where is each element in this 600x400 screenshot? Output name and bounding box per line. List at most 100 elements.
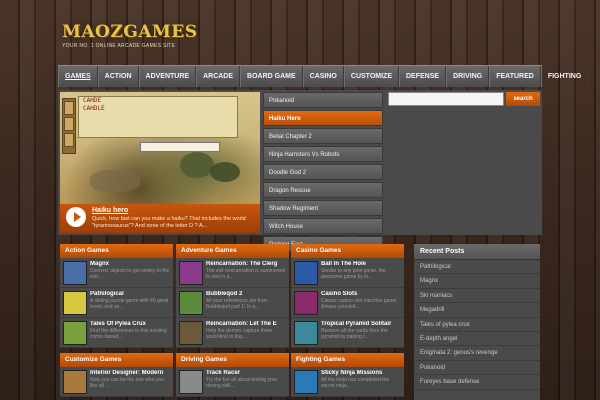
game-title[interactable]: Pathilogical	[90, 291, 170, 297]
featured-list-item[interactable]: Ninja Hamsters Vs Robots	[263, 146, 383, 162]
category-action: Action Games Magnx Connect objects to ge…	[60, 244, 173, 348]
game-item[interactable]: Tales Of Pylea Crux Find the differences…	[60, 318, 173, 348]
recent-posts-heading: Recent Posts	[414, 244, 540, 260]
recent-post-link[interactable]: Magnx	[414, 274, 540, 289]
nav-item-games[interactable]: GAMES	[58, 66, 98, 87]
game-thumbnail[interactable]	[63, 291, 87, 315]
game-description: Remove all the cards from the pyramid by…	[321, 328, 388, 340]
category-heading[interactable]: Adventure Games	[176, 244, 289, 258]
featured-list-item[interactable]: Doodle God 2	[263, 164, 383, 180]
search-input[interactable]	[388, 92, 504, 106]
game-title[interactable]: Bubbleqod 2	[206, 291, 286, 297]
featured-caption: Haiku hero Quick, how fast can you make …	[60, 204, 260, 233]
recent-post-link[interactable]: Tales of pylea crux	[414, 318, 540, 332]
nav-item-defense[interactable]: DEFENSE	[399, 66, 447, 87]
game-item[interactable]: Reincarnation: Let The E Help the demon …	[176, 318, 289, 348]
game-thumbnail[interactable]	[63, 321, 87, 345]
featured-game-screenshot[interactable]: CAHDE CAHDLE	[60, 92, 260, 204]
logo-text[interactable]: MAOZGAMES	[62, 22, 198, 42]
game-thumbnail[interactable]	[294, 321, 318, 345]
recent-post-link[interactable]: Pathilogical	[414, 260, 540, 275]
featured-list-item[interactable]: Belial Chapter 2	[263, 128, 383, 144]
game-title[interactable]: Sticky Ninja Missions	[321, 370, 401, 376]
game-thumbnail[interactable]	[63, 370, 87, 394]
category-fighting: Fighting Games Sticky Ninja Missions All…	[291, 353, 404, 397]
game-thumbnail[interactable]	[179, 321, 203, 345]
featured-list-item-active[interactable]: Haiku Hero	[263, 110, 383, 126]
nav-item-arcade[interactable]: ARCADE	[196, 66, 241, 87]
game-thumbnail[interactable]	[63, 261, 87, 285]
category-heading[interactable]: Action Games	[60, 244, 173, 258]
game-description: All the ninja has completed the secret n…	[321, 377, 390, 389]
game-item[interactable]: Magnx Connect objects to get smiley to t…	[60, 258, 173, 288]
category-casino: Casino Games Ball In The Hole Similar to…	[291, 244, 404, 348]
game-title[interactable]: Reincarnation: Let The E	[206, 321, 286, 327]
nav-item-fighting[interactable]: FIGHTING	[540, 66, 589, 87]
game-description: All your references are from Bubbleqod p…	[206, 298, 268, 310]
category-column: Action Games Magnx Connect objects to ge…	[60, 244, 173, 400]
game-item[interactable]: Reincarnation: The Clerg The evil reinca…	[176, 258, 289, 288]
featured-list-item[interactable]: Pokanoid	[263, 92, 383, 108]
nav-item-driving[interactable]: DRIVING	[446, 66, 490, 87]
category-heading[interactable]: Customize Games	[60, 353, 173, 367]
category-customize: Customize Games Interior Designer: Moder…	[60, 353, 173, 397]
game-title[interactable]: Interior Designer: Modern	[90, 370, 170, 376]
nav-item-board-game[interactable]: BOARD GAME	[240, 66, 303, 87]
nav-item-casino[interactable]: CASINO	[302, 66, 344, 87]
search-button[interactable]: search	[506, 92, 540, 106]
category-heading[interactable]: Fighting Games	[291, 353, 404, 367]
game-scenery	[90, 170, 140, 192]
game-thumbnail[interactable]	[294, 261, 318, 285]
recent-post-link[interactable]: Ski maniacs	[414, 289, 540, 304]
recent-post-link[interactable]: Fureyes base defense	[414, 375, 540, 390]
logo[interactable]: MAOZGAMES Your No. 1 Online Arcade Games…	[62, 22, 198, 49]
nav-item-action[interactable]: ACTION	[97, 66, 139, 87]
game-title[interactable]: Track Racer	[206, 370, 286, 376]
nav-item-adventure[interactable]: ADVENTURE	[138, 66, 197, 87]
game-title[interactable]: Tropical Pyramid Solitair	[321, 321, 401, 327]
featured-list-item[interactable]: Dragon Rescue	[263, 182, 383, 198]
game-description: Similar to any pool game, the awesome ga…	[321, 268, 386, 280]
play-icon[interactable]	[66, 207, 86, 227]
game-thumbnail[interactable]	[179, 291, 203, 315]
tagline: Your No. 1 Online Arcade Games Site	[62, 43, 176, 49]
game-scenery	[180, 152, 214, 178]
game-item[interactable]: Casino Slots Classic casino slot machine…	[291, 288, 404, 318]
featured-list: Pokanoid Haiku Hero Belial Chapter 2 Nin…	[263, 92, 383, 254]
game-title[interactable]: Magnx	[90, 261, 170, 267]
game-thumbnail[interactable]	[179, 370, 203, 394]
game-item[interactable]: Tropical Pyramid Solitair Remove all the…	[291, 318, 404, 348]
recent-post-link[interactable]: Megadrill	[414, 303, 540, 318]
category-heading[interactable]: Driving Games	[176, 353, 289, 367]
game-item[interactable]: Interior Designer: Modern Now you can be…	[60, 367, 173, 397]
game-item[interactable]: Pathilogical A sliding puzzle game with …	[60, 288, 173, 318]
game-title[interactable]: Ball In The Hole	[321, 261, 401, 267]
game-item[interactable]: Track Racer Try the fun all about testin…	[176, 367, 289, 397]
featured-list-item[interactable]: Shadow Regiment	[263, 200, 383, 216]
featured-slide[interactable]: CAHDE CAHDLE Haiku hero Quick, how fast …	[60, 92, 260, 233]
recent-post-link[interactable]: Pokanoid	[414, 361, 540, 376]
game-description: Connect objects to get smiley to the exi…	[90, 268, 170, 280]
game-side-cell	[64, 117, 74, 131]
game-description: A sliding puzzle game with 40 great leve…	[90, 298, 169, 310]
game-item[interactable]: Ball In The Hole Similar to any pool gam…	[291, 258, 404, 288]
game-title[interactable]: Tales Of Pylea Crux	[90, 321, 170, 327]
game-item[interactable]: Bubbleqod 2 All your references are from…	[176, 288, 289, 318]
recent-post-link[interactable]: E-depth angel	[414, 332, 540, 347]
nav-item-featured[interactable]: FEATURED	[489, 66, 541, 87]
game-item[interactable]: Sticky Ninja Missions All the ninja has …	[291, 367, 404, 397]
category-heading[interactable]: Casino Games	[291, 244, 404, 258]
game-description: Find the differences in this exciting co…	[90, 328, 167, 340]
game-title[interactable]: Reincarnation: The Clerg	[206, 261, 286, 267]
game-thumbnail[interactable]	[179, 261, 203, 285]
game-title[interactable]: Casino Slots	[321, 291, 401, 297]
nav-item-customize[interactable]: CUSTOMIZE	[343, 66, 399, 87]
category-adventure: Adventure Games Reincarnation: The Clerg…	[176, 244, 289, 348]
game-thumbnail[interactable]	[294, 370, 318, 394]
featured-title-link[interactable]: Haiku hero	[92, 207, 128, 214]
game-thumbnail[interactable]	[294, 291, 318, 315]
featured-list-item[interactable]: Witch House	[263, 218, 383, 234]
recent-post-link[interactable]: Enigmata 2: genus's revenge	[414, 346, 540, 361]
recent-posts: Recent Posts Pathilogical Magnx Ski mani…	[414, 244, 540, 400]
category-driving: Driving Games Track Racer Try the fun al…	[176, 353, 289, 397]
